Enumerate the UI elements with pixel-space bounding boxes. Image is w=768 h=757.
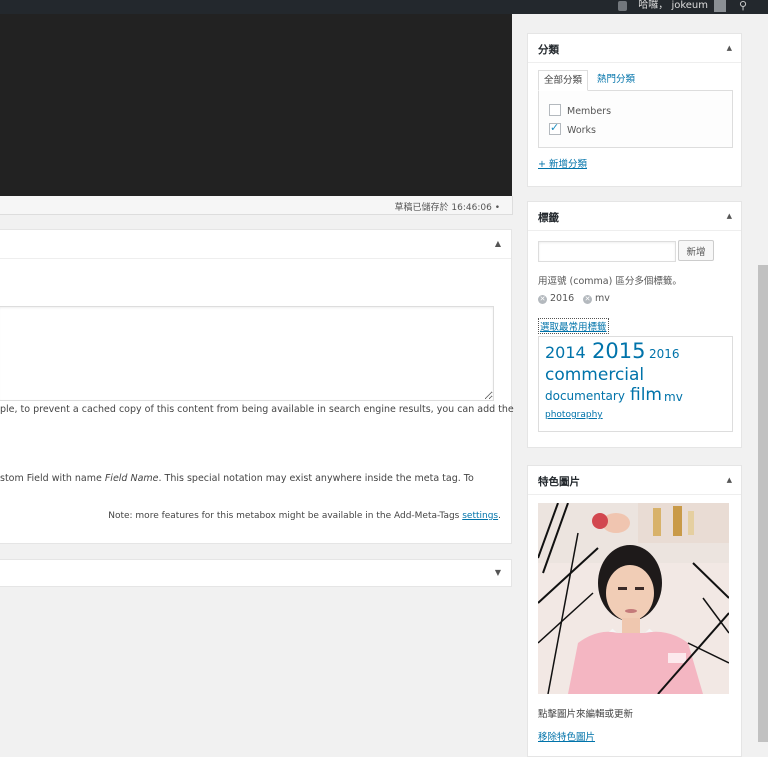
category-list: Members Works xyxy=(538,90,733,148)
search-icon[interactable]: ⚲ xyxy=(739,0,747,12)
metabox-description-2: stom Field with name Field Name. This sp… xyxy=(0,473,474,484)
category-item-members[interactable]: Members xyxy=(549,104,611,117)
collapsed-metabox[interactable]: ▼ xyxy=(0,559,512,587)
meta-tags-metabox: ▲ ple, to prevent a cached copy of this … xyxy=(0,229,514,544)
tag-label: mv xyxy=(595,293,610,304)
assigned-tag: ✕ mv xyxy=(583,293,610,304)
collapse-arrow-icon[interactable]: ▲ xyxy=(495,239,501,248)
admin-bar: 哈囉， jokeum ⚲ xyxy=(0,0,768,14)
categories-title: 分類 xyxy=(538,44,559,56)
collapse-arrow-icon[interactable]: ▲ xyxy=(727,476,732,484)
featured-image-thumbnail[interactable] xyxy=(538,503,729,694)
divider xyxy=(528,494,741,495)
members-checkbox[interactable] xyxy=(549,104,561,116)
featured-image-photo xyxy=(538,503,729,694)
tag-hint: 用逗號 (comma) 區分多個標籤。 xyxy=(538,276,682,287)
scrollbar-thumb[interactable] xyxy=(758,265,768,742)
meta-tags-textarea[interactable] xyxy=(0,306,494,401)
tag-cloud-item[interactable]: 2016 xyxy=(649,347,680,361)
desc2-prefix: stom Field with name xyxy=(0,473,105,484)
tab-all-categories[interactable]: 全部分類 xyxy=(538,70,589,91)
remove-featured-image-link[interactable]: 移除特色圖片 xyxy=(538,729,595,743)
add-category-link[interactable]: + 新增分類 xyxy=(538,156,587,170)
remove-tag-icon[interactable]: ✕ xyxy=(538,295,547,304)
avatar[interactable] xyxy=(714,0,726,12)
metabox-description: ple, to prevent a cached copy of this co… xyxy=(0,404,514,415)
featured-image-title: 特色圖片 xyxy=(538,476,580,488)
settings-link[interactable]: settings xyxy=(462,511,498,521)
tag-cloud-item[interactable]: 2015 xyxy=(592,339,645,363)
tag-cloud-item[interactable]: commercial xyxy=(545,365,644,385)
divider xyxy=(528,230,741,231)
tag-cloud-item[interactable]: photography xyxy=(545,410,603,420)
tag-cloud: 2014 2015 2016 commercial documentary fi… xyxy=(538,336,733,432)
tags-box: 標籤 ▲ 新增 用逗號 (comma) 區分多個標籤。 ✕ 2016 ✕ mv 選取… xyxy=(527,201,742,448)
tab-popular-categories[interactable]: 熱門分類 xyxy=(592,70,640,89)
tags-title: 標籤 xyxy=(538,212,559,224)
notification-icon[interactable] xyxy=(618,1,627,11)
greeting-text: 哈囉， xyxy=(638,0,669,11)
tag-cloud-item[interactable]: mv xyxy=(664,390,683,404)
metabox-note: Note: more features for this metabox mig… xyxy=(108,511,501,521)
assigned-tag: ✕ 2016 xyxy=(538,293,574,304)
remove-tag-icon[interactable]: ✕ xyxy=(583,295,592,304)
desc2-emphasis: Field Name xyxy=(104,473,159,484)
desc2-suffix: . This special notation may exist anywhe… xyxy=(158,473,474,484)
editor-content-area[interactable] xyxy=(0,14,512,196)
collapse-arrow-icon[interactable]: ▲ xyxy=(727,44,732,52)
category-item-works[interactable]: Works xyxy=(549,121,597,136)
categories-box: 分類 ▲ 全部分類 熱門分類 Members Works + 新增分類 xyxy=(527,33,742,187)
featured-image-box: 特色圖片 ▲ 點擊圖片來編輯或更新 移除特色圖片 xyxy=(527,465,742,757)
choose-popular-tags-link[interactable]: 選取最常用標籤 xyxy=(538,318,609,334)
collapse-arrow-icon[interactable]: ▲ xyxy=(727,212,732,220)
editor-status-bar: 草稿已儲存於 16:46:06 • xyxy=(0,196,513,215)
category-label: Members xyxy=(567,106,612,117)
works-checkbox[interactable] xyxy=(549,121,561,135)
tag-cloud-item[interactable]: 2014 xyxy=(545,343,586,362)
metabox-header[interactable]: ▲ xyxy=(0,230,511,259)
note-text: Note: more features for this metabox mig… xyxy=(108,511,463,521)
expand-arrow-icon[interactable]: ▼ xyxy=(495,568,501,577)
add-tag-button[interactable]: 新增 xyxy=(678,240,714,261)
divider xyxy=(528,62,741,63)
featured-image-caption: 點擊圖片來編輯或更新 xyxy=(538,709,634,720)
note-suffix: . xyxy=(498,511,501,521)
new-tag-input[interactable] xyxy=(538,241,676,262)
tag-label: 2016 xyxy=(550,293,575,304)
username: jokeum xyxy=(671,0,708,11)
tag-cloud-item[interactable]: film xyxy=(630,385,662,405)
tag-cloud-item[interactable]: documentary xyxy=(545,389,625,403)
user-greeting[interactable]: 哈囉， jokeum xyxy=(638,0,708,12)
autosave-status: 草稿已儲存於 16:46:06 • xyxy=(394,203,500,213)
category-label: Works xyxy=(567,125,597,136)
